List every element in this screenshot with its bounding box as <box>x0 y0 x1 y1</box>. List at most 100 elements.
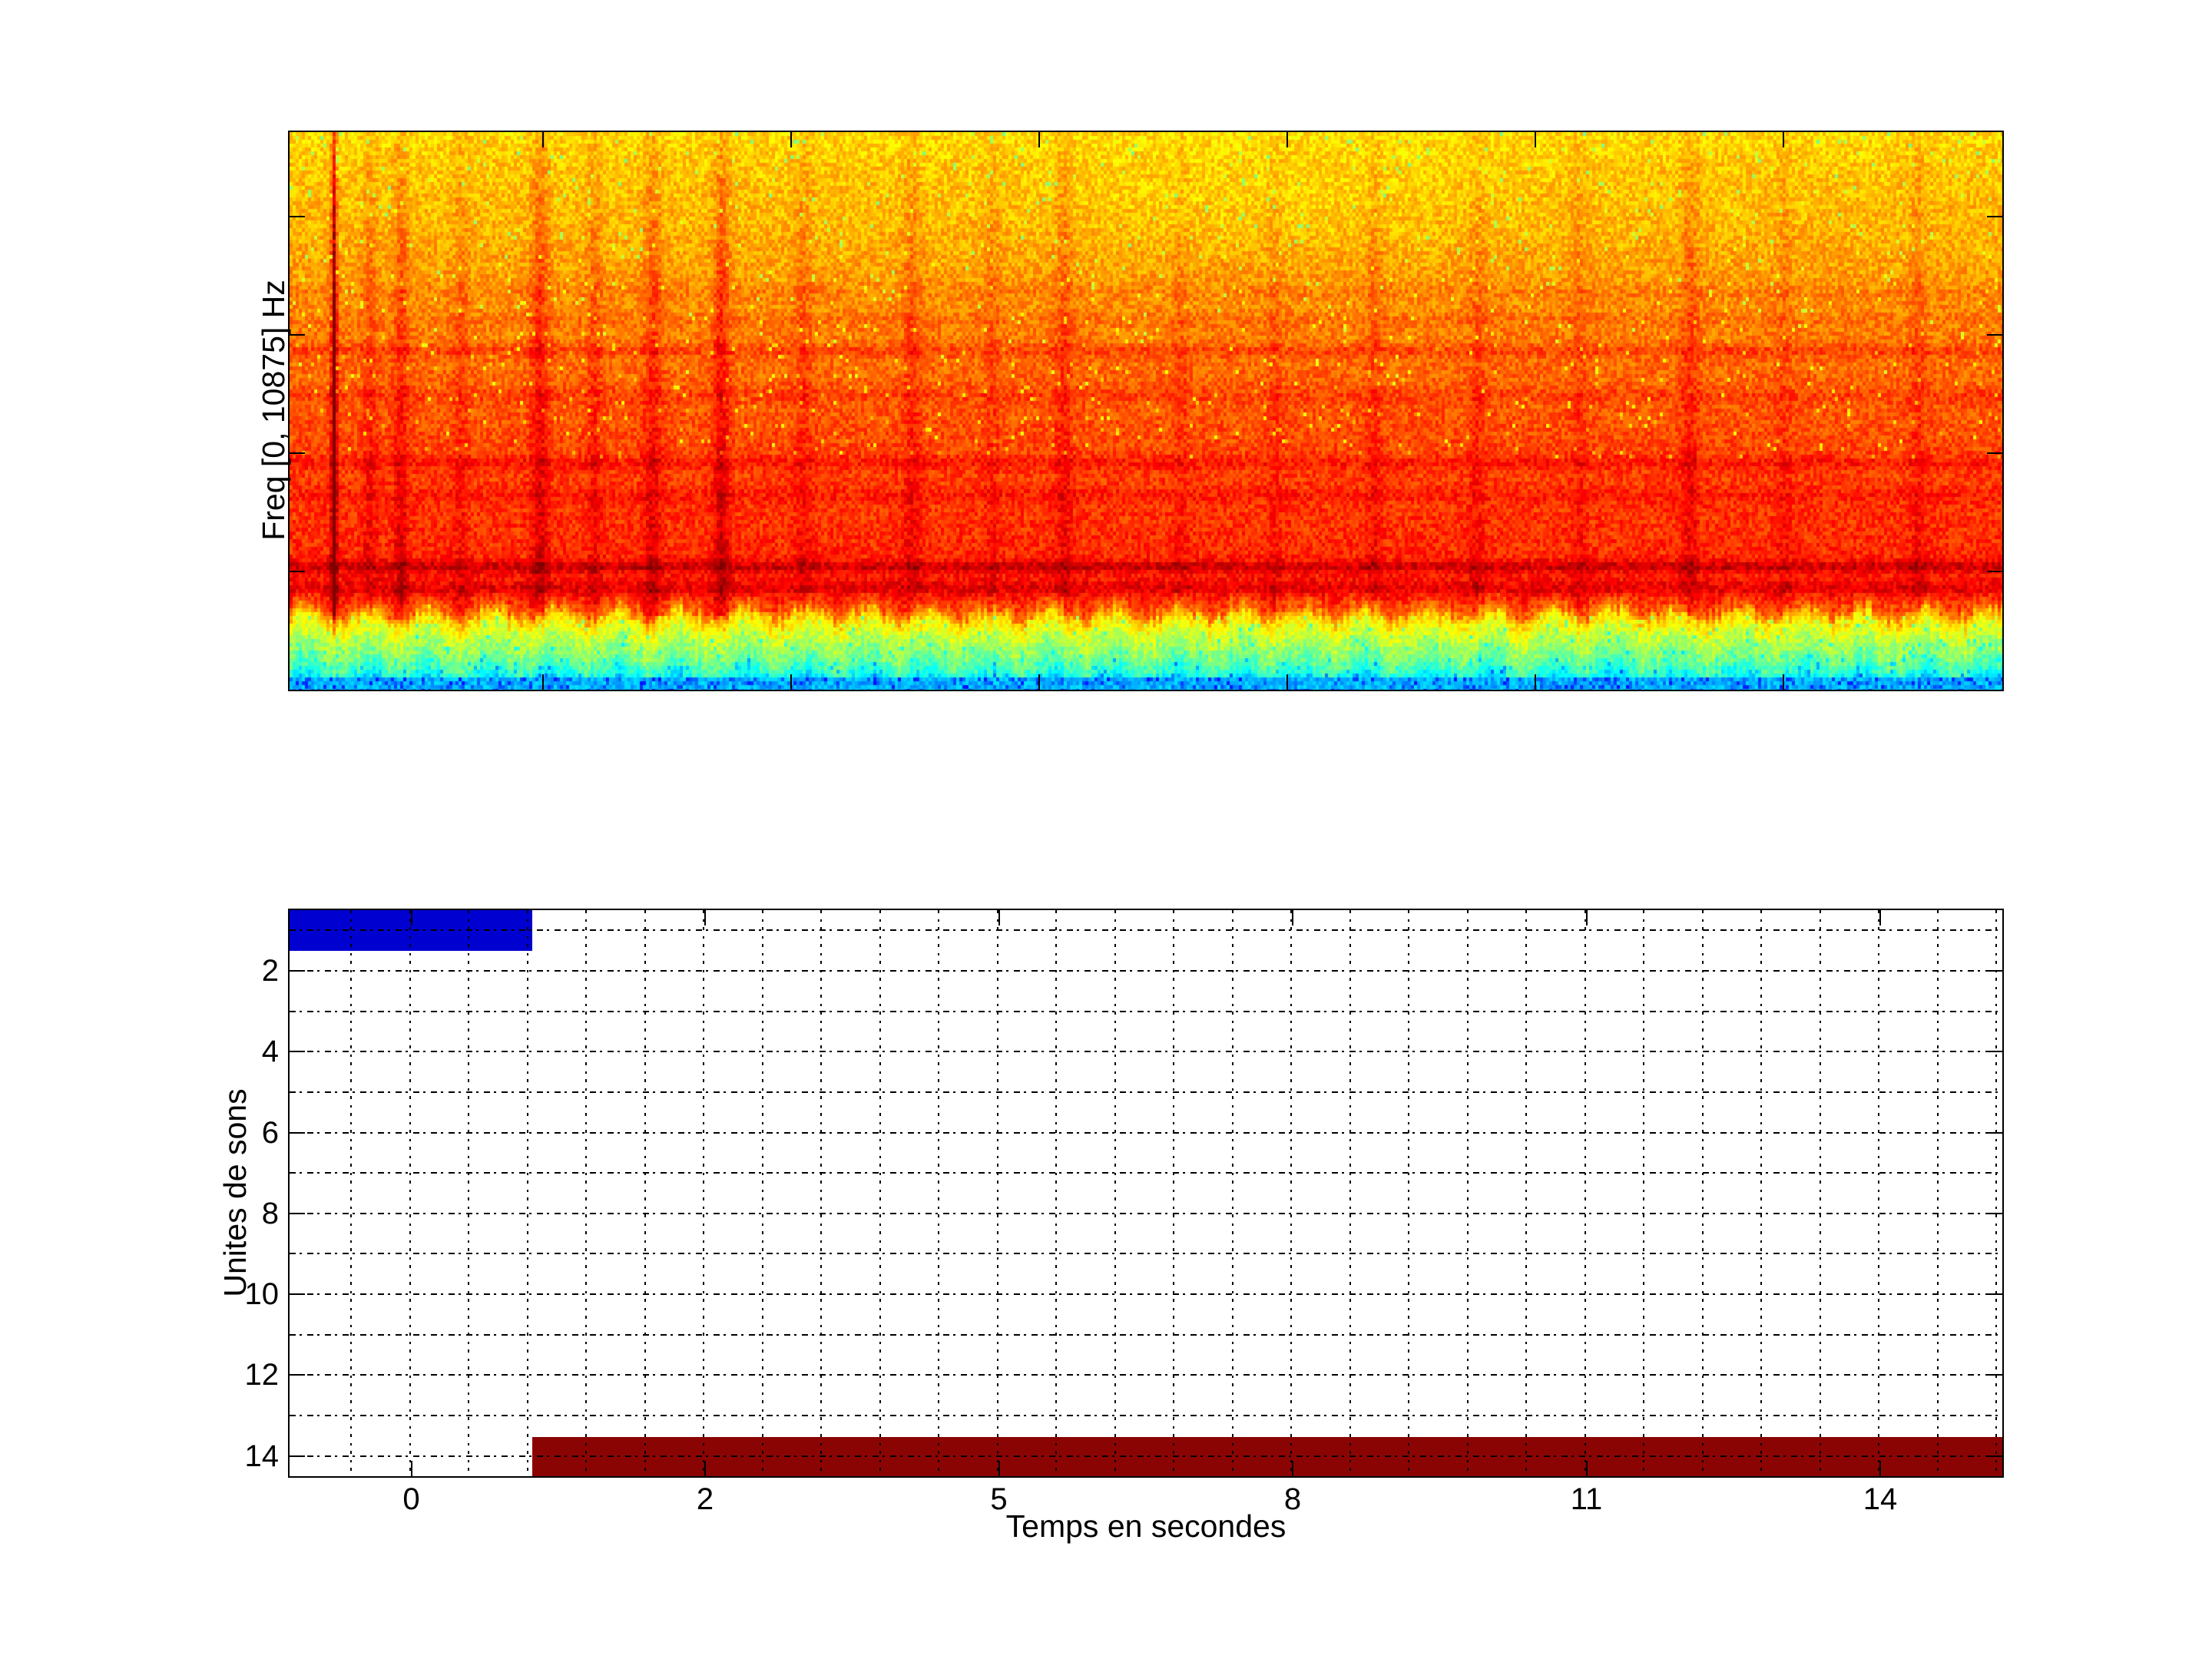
activation-y-tick-mark <box>1987 1455 2002 1457</box>
spectrogram-x-tick-mark <box>542 132 544 147</box>
x-tick-label: 14 <box>1863 1482 1898 1516</box>
vertical-gridline <box>996 910 998 1476</box>
horizontal-gridline <box>290 1293 2002 1296</box>
activation-y-tick-mark <box>1987 1374 2002 1376</box>
activation-x-tick-mark <box>1292 910 1293 926</box>
spectrogram-x-tick-mark <box>542 674 544 690</box>
time-axis-label: Temps en secondes <box>1005 1508 1286 1544</box>
vertical-gridline <box>644 910 646 1476</box>
spectrogram-y-tick-mark <box>290 571 305 572</box>
spectrogram-x-tick-mark <box>1286 674 1288 690</box>
spectrogram-x-tick-mark <box>1038 132 1040 147</box>
activation-area <box>290 910 2002 1476</box>
activation-y-tick-mark <box>290 1374 305 1376</box>
vertical-gridline <box>938 910 939 1476</box>
activation-x-tick-mark <box>410 910 412 926</box>
spectrogram-x-tick-mark <box>1783 132 1784 147</box>
activation-y-tick-mark <box>290 1455 305 1457</box>
horizontal-gridline <box>290 969 2002 972</box>
spectrogram-y-tick-mark <box>1987 452 2002 454</box>
activation-y-tick-mark <box>290 970 305 972</box>
vertical-gridline <box>820 910 822 1476</box>
y-tick-label: 2 <box>261 954 279 988</box>
vertical-gridline <box>703 910 704 1476</box>
activation-y-tick-mark <box>1987 1131 2002 1134</box>
spectrogram-y-tick-mark <box>290 216 305 217</box>
horizontal-gridline <box>290 1212 2002 1214</box>
vertical-gridline <box>1466 910 1469 1476</box>
activation-x-tick-mark <box>1879 910 1881 926</box>
vertical-gridline <box>1701 910 1704 1476</box>
spectrogram-plot <box>288 131 2004 691</box>
vertical-gridline <box>409 910 411 1476</box>
vertical-gridline <box>585 910 587 1476</box>
vertical-gridline <box>1349 910 1351 1476</box>
horizontal-gridline <box>290 929 2002 932</box>
spectrogram-y-tick-mark <box>290 452 305 454</box>
activation-x-tick-mark <box>998 1461 1000 1476</box>
y-tick-label: 14 <box>244 1439 280 1473</box>
y-tick-label: 6 <box>261 1115 279 1150</box>
x-tick-label: 5 <box>990 1482 1008 1516</box>
activation-x-tick-mark <box>1879 1461 1881 1476</box>
vertical-gridline <box>1878 910 1879 1476</box>
vertical-gridline <box>1819 910 1821 1476</box>
vertical-gridline <box>526 910 528 1476</box>
horizontal-gridline <box>290 1253 2002 1255</box>
activation-x-tick-mark <box>410 1461 412 1476</box>
spectrogram-x-tick-mark <box>1286 132 1288 147</box>
activation-plot <box>288 909 2004 1478</box>
vertical-gridline <box>1290 910 1292 1476</box>
figure-background: Freq [0, 10875] Hz Unites de sons Temps … <box>0 0 2212 1659</box>
spectrogram-y-tick-mark <box>1987 571 2002 572</box>
vertical-gridline <box>1643 910 1644 1476</box>
vertical-gridline <box>761 910 763 1476</box>
spectrogram-y-tick-mark <box>1987 334 2002 336</box>
horizontal-gridline <box>290 1333 2002 1336</box>
vertical-gridline <box>468 910 469 1476</box>
horizontal-gridline <box>290 1172 2002 1174</box>
horizontal-gridline <box>290 1374 2002 1376</box>
x-tick-label: 8 <box>1283 1482 1302 1516</box>
y-tick-label: 10 <box>244 1277 280 1312</box>
spectrogram-y-tick-mark <box>1987 216 2002 217</box>
x-tick-label: 11 <box>1570 1482 1603 1516</box>
activation-y-tick-mark <box>290 1212 305 1214</box>
vertical-gridline <box>1173 910 1174 1476</box>
activation-x-tick-mark <box>998 910 1000 926</box>
horizontal-gridline <box>290 1010 2002 1012</box>
horizontal-gridline <box>290 1455 2002 1457</box>
vertical-gridline <box>1525 910 1527 1476</box>
vertical-gridline <box>1055 910 1057 1476</box>
spectrogram-canvas <box>290 132 2002 690</box>
vertical-gridline <box>1114 910 1116 1476</box>
spectrogram-y-tick-mark <box>290 334 305 336</box>
vertical-gridline <box>1231 910 1233 1476</box>
activation-x-tick-mark <box>704 910 706 926</box>
horizontal-gridline <box>290 1051 2002 1053</box>
vertical-gridline <box>1760 910 1762 1476</box>
spectrogram-x-tick-mark <box>1038 674 1040 690</box>
vertical-gridline <box>1408 910 1409 1476</box>
horizontal-gridline <box>290 1415 2002 1416</box>
vertical-gridline <box>1995 910 1997 1476</box>
activation-y-tick-mark <box>290 1051 305 1053</box>
activation-y-tick-mark <box>1987 1293 2002 1296</box>
activation-y-tick-mark <box>1987 970 2002 972</box>
freq-axis-label: Freq [0, 10875] Hz <box>256 280 291 541</box>
x-tick-label: 0 <box>402 1482 420 1516</box>
activation-x-tick-mark <box>1292 1461 1293 1476</box>
horizontal-gridline <box>290 1091 2002 1093</box>
vertical-gridline <box>1584 910 1586 1476</box>
spectrogram-x-tick-mark <box>1783 674 1784 690</box>
activation-y-tick-mark <box>1987 1212 2002 1214</box>
y-tick-label: 12 <box>244 1358 280 1392</box>
activation-y-tick-mark <box>290 1131 305 1134</box>
y-tick-label: 8 <box>261 1196 279 1230</box>
vertical-gridline <box>1936 910 1939 1476</box>
spectrogram-x-tick-mark <box>790 132 792 147</box>
spectrogram-x-tick-mark <box>790 674 792 690</box>
spectrogram-x-tick-mark <box>1535 132 1536 147</box>
activation-y-tick-mark <box>1987 1051 2002 1053</box>
activation-y-tick-mark <box>290 1293 305 1296</box>
